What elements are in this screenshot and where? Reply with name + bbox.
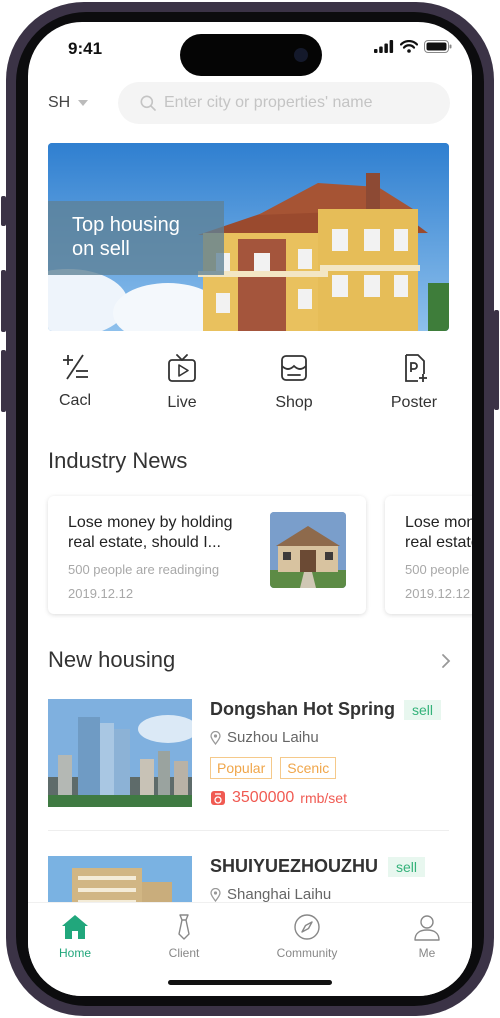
tab-home[interactable]: Home <box>35 913 115 960</box>
housing-location: Suzhou Laihu <box>210 729 319 746</box>
housing-name: SHUIYUEZHOUZHU <box>210 856 379 876</box>
housing-price: 3500000 rmb/set <box>210 789 347 807</box>
banner-caption: Top housing on sell <box>48 201 224 275</box>
tab-label: Community <box>276 946 338 960</box>
location-pin-icon <box>210 730 221 745</box>
news-card[interactable]: Lose money by holding real estate, shoul… <box>48 496 366 614</box>
news-thumbnail <box>270 512 346 588</box>
chevron-right-icon[interactable] <box>440 652 452 670</box>
tab-label: Me <box>418 946 436 960</box>
banner-line-2: on sell <box>72 238 130 260</box>
status-time: 9:41 <box>68 39 103 58</box>
housing-item[interactable]: Dongshan Hot Spring sell Suzhou Laihu Po… <box>48 699 449 809</box>
action-label: Poster <box>390 394 438 411</box>
news-title: Lose money by holding real estate, shoul… <box>68 514 233 551</box>
action-live[interactable]: Live <box>137 352 227 412</box>
action-label: Live <box>167 394 197 411</box>
city-label: SH <box>48 94 71 111</box>
housing-location: Shanghai Laihu <box>210 886 331 903</box>
compass-icon <box>294 914 320 940</box>
tag-popular: Popular <box>210 757 273 779</box>
price-unit: rmb/set <box>300 790 347 806</box>
search-icon <box>140 95 156 111</box>
signal-icon <box>374 40 394 53</box>
news-title: Lose money by holding real estate, shoul… <box>405 514 472 551</box>
action-label: Shop <box>275 394 313 411</box>
search-input[interactable]: Enter city or properties' name <box>118 82 450 124</box>
status-icons <box>374 40 452 53</box>
calculator-icon <box>63 354 88 380</box>
news-card[interactable]: Lose money by holding real estate, shoul… <box>385 496 472 614</box>
battery-icon <box>424 40 452 53</box>
power-button <box>494 310 499 410</box>
poster-icon <box>405 354 427 382</box>
skyscraper-image <box>48 699 192 807</box>
volume-down-button <box>1 350 6 412</box>
status-bar: 9:41 <box>28 22 472 76</box>
city-selector[interactable]: SH <box>48 94 89 112</box>
location-text: Suzhou Laihu <box>227 729 319 746</box>
side-button <box>1 196 6 226</box>
home-indicator[interactable] <box>168 980 332 985</box>
tv-icon <box>168 354 196 382</box>
action-calculator[interactable]: Cacl <box>30 352 120 410</box>
shop-icon <box>281 355 307 381</box>
housing-thumbnail <box>48 699 192 807</box>
dynamic-island <box>180 34 322 76</box>
price-value: 3500000 <box>232 789 295 806</box>
news-readers: 500 people are readinging <box>68 562 220 577</box>
housing-name: Dongshan Hot Spring <box>210 699 395 719</box>
tab-client[interactable]: Client <box>144 913 224 960</box>
tab-me[interactable]: Me <box>387 913 467 960</box>
action-label: Cacl <box>58 392 91 409</box>
housing-section-title: New housing <box>48 647 176 672</box>
action-poster[interactable]: Poster <box>369 352 459 412</box>
wifi-icon <box>400 40 418 53</box>
action-shop[interactable]: Shop <box>249 352 339 412</box>
location-pin-icon <box>210 887 221 902</box>
status-badge: sell <box>388 857 426 877</box>
tie-icon <box>178 914 190 940</box>
news-date: 2019.12.12 <box>68 586 134 601</box>
tab-label: Client <box>168 946 200 960</box>
person-icon <box>414 915 440 941</box>
search-placeholder: Enter city or properties' name <box>164 94 373 111</box>
chevron-down-icon <box>78 100 89 106</box>
location-text: Shanghai Laihu <box>227 886 332 903</box>
quick-actions: Cacl Live Shop Poster <box>28 352 472 422</box>
price-tag-icon <box>211 791 225 805</box>
banner-line-1: Top housing <box>72 214 180 236</box>
promo-banner[interactable]: Top housing on sell <box>48 143 449 331</box>
camera-dot <box>294 48 308 62</box>
news-readers: 500 people are readinging <box>405 562 472 577</box>
status-badge: sell <box>404 700 442 720</box>
news-date: 2019.12.12 <box>405 586 471 601</box>
tab-community[interactable]: Community <box>267 913 347 960</box>
news-section-title: Industry News <box>48 448 188 473</box>
tag-scenic: Scenic <box>280 757 337 779</box>
mansion-image <box>270 512 346 588</box>
volume-up-button <box>1 270 6 332</box>
housing-tags: Popular Scenic <box>210 757 337 779</box>
list-divider <box>48 830 449 831</box>
app-screen: 9:41 SH Enter city or properties' name T… <box>28 22 472 996</box>
home-icon <box>62 915 88 939</box>
tab-label: Home <box>58 946 91 960</box>
